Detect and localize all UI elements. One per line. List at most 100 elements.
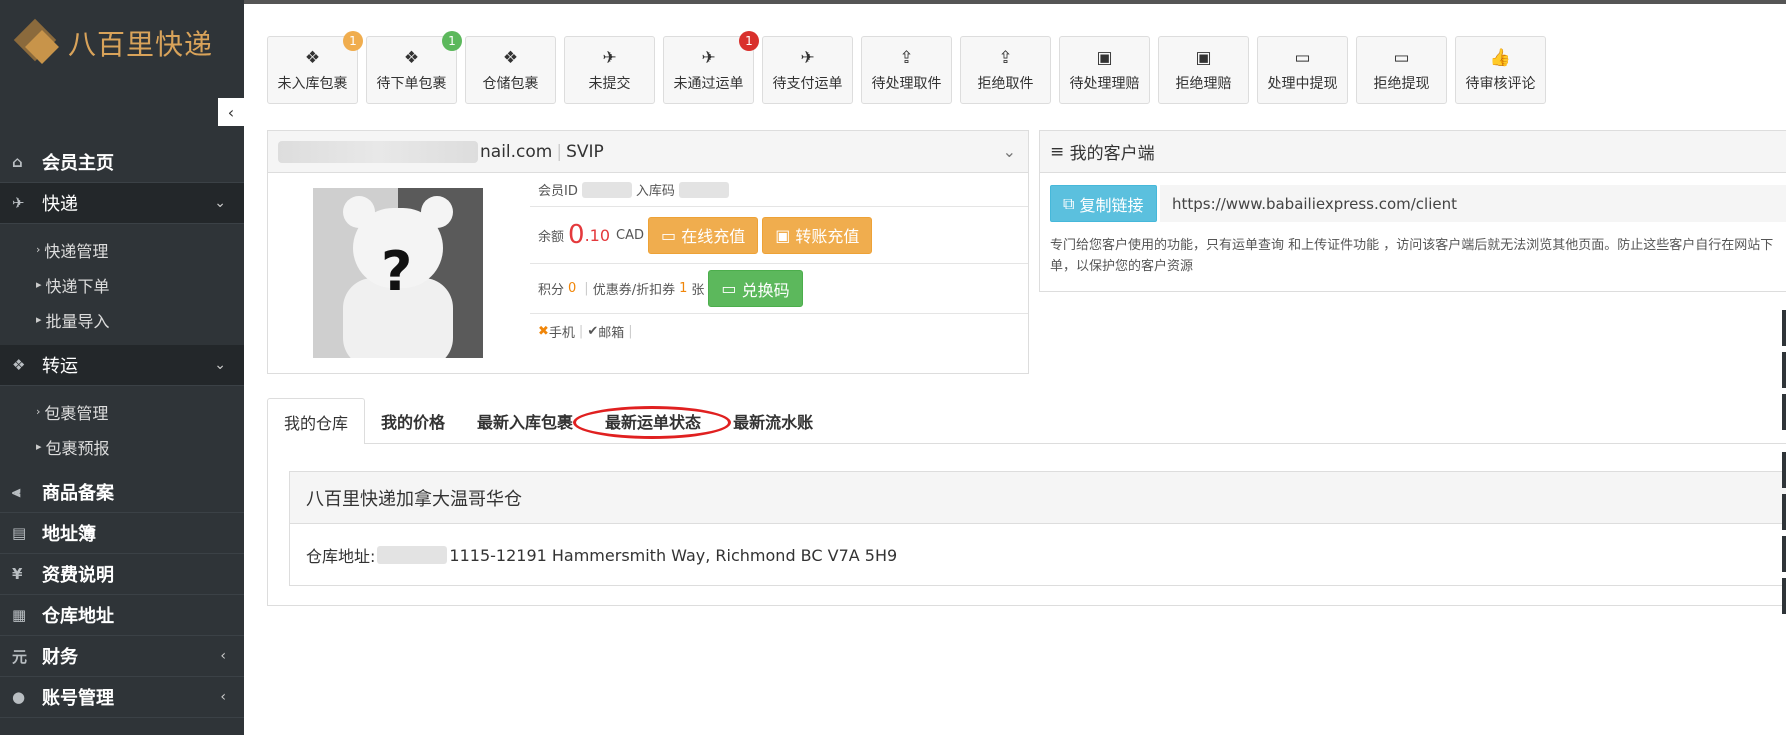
quick-label: 处理中提现: [1267, 76, 1338, 92]
user-panel-header: nail.com | SVIP ⌄: [268, 131, 1028, 173]
separator: |: [628, 323, 633, 339]
check-icon: ✔: [587, 323, 599, 339]
collapse-sidebar-button[interactable]: ‹: [218, 98, 244, 126]
quick-label: 待处理取件: [871, 76, 942, 92]
dropbox-icon: ❖: [304, 48, 321, 68]
plane-icon: ✈: [701, 48, 716, 68]
copy-link-button[interactable]: ⧉ 复制链接: [1050, 185, 1157, 222]
sidebar-item-label: 财务: [42, 647, 78, 668]
yuan-icon: 元: [12, 647, 28, 666]
sidebar-subitem-batch-import[interactable]: ▸ 批量导入: [0, 302, 244, 337]
warehouse-address: 1115-12191 Hammersmith Way, Richmond BC …: [449, 545, 898, 565]
submenu-express: › 快递管理 ▸ 快递下单 ▸ 批量导入: [0, 224, 244, 345]
quick-pending-pickups[interactable]: ⇪ 待处理取件: [861, 36, 952, 104]
client-panel-title: 我的客户端: [1069, 144, 1155, 164]
chevron-down-icon[interactable]: ⌄: [1003, 142, 1016, 161]
count-badge: 1: [739, 31, 759, 51]
coupon-unit: 张: [691, 283, 705, 298]
member-id-redacted: [581, 181, 632, 198]
caret-right-icon: ▸: [36, 313, 42, 326]
quick-rejected-waybills[interactable]: ✈ 未通过运单 1: [663, 31, 759, 104]
client-url[interactable]: https://www.babailiexpress.com/client: [1160, 185, 1786, 222]
quick-label: 拒绝取件: [977, 76, 1034, 92]
sidebar-item-warehouse-address[interactable]: ▦ 仓库地址: [0, 595, 244, 636]
button-label: 转账充值: [795, 227, 860, 246]
redeem-code-button[interactable]: ▭ 兑换码: [708, 270, 803, 307]
chevron-down-icon: ⌄: [214, 357, 226, 373]
subitem-label: 包裹管理: [44, 403, 109, 423]
sidebar-subitem-package-forecast[interactable]: ▸ 包裹预报: [0, 429, 244, 464]
tab-latest-ledger[interactable]: 最新流水账: [717, 398, 829, 444]
phone-status[interactable]: 手机: [549, 322, 575, 341]
client-description: 专门给您客户使用的功能，只有运单查询 和上传证件功能 ，访问该客户端后就无法浏览…: [1050, 238, 1774, 274]
right-edge-tab[interactable]: [1782, 310, 1786, 346]
plane-icon: ✈: [602, 48, 617, 68]
points-label: 积分: [538, 283, 565, 298]
caret-right-icon: ›: [36, 243, 41, 256]
close-icon: ✖: [538, 323, 549, 339]
subitem-label: 批量导入: [45, 311, 110, 331]
dropbox-icon: ❖: [12, 356, 26, 374]
points-row: 积分 0 | 优惠券/折扣券 1 张 ▭ 兑换码: [530, 264, 1028, 314]
sidebar-item-address-book[interactable]: ▤ 地址簿: [0, 513, 244, 554]
sidebar-subitem-express-order[interactable]: ▸ 快递下单: [0, 267, 244, 302]
tab-latest-inbound[interactable]: 最新入库包裹: [461, 398, 589, 444]
sidebar-item-label: 商品备案: [42, 483, 114, 504]
client-panel: ≡ 我的客户端 ⌄ ⧉ 复制链接 https://www.babailiexpr…: [1039, 130, 1786, 292]
quick-label: 待下单包裹: [376, 76, 447, 92]
sidebar-item-express[interactable]: ✈ 快递 ⌄: [0, 183, 244, 224]
quick-pending-reviews[interactable]: 👍 待审核评论: [1455, 36, 1546, 104]
sidebar-item-product-filing[interactable]: ⫷ 商品备案: [0, 472, 244, 513]
plane-icon: ✈: [800, 48, 815, 68]
sidebar-subitem-express-manage[interactable]: › 快递管理: [0, 232, 244, 267]
chevron-left-icon: ‹: [227, 102, 235, 122]
sidebar-item-pricing[interactable]: ¥ 资费说明: [0, 554, 244, 595]
quick-processing-withdrawals[interactable]: ▭ 处理中提现: [1257, 36, 1348, 104]
sidebar-item-account[interactable]: ● 账号管理 ‹: [0, 677, 244, 718]
caret-right-icon: ▸: [36, 440, 42, 453]
button-label: 复制链接: [1079, 195, 1144, 215]
right-edge-tab[interactable]: [1782, 352, 1786, 388]
quick-rejected-claims[interactable]: ▣ 拒绝理赔: [1158, 36, 1249, 104]
transfer-recharge-button[interactable]: ▣ 转账充值: [762, 216, 873, 254]
right-edge-tab[interactable]: [1782, 536, 1786, 572]
warehouse-address-label: 仓库地址:: [306, 547, 376, 566]
quick-unpaid-waybills[interactable]: ✈ 待支付运单: [762, 36, 853, 104]
submenu-forwarding: › 包裹管理 ▸ 包裹预报: [0, 386, 244, 472]
quick-pending-order-packages[interactable]: ❖ 待下单包裹 1: [366, 31, 462, 104]
right-edge-tab[interactable]: [1782, 578, 1786, 614]
right-edge-tab[interactable]: [1782, 394, 1786, 430]
email-status[interactable]: 邮箱: [598, 322, 624, 341]
quick-rejected-withdrawals[interactable]: ▭ 拒绝提现: [1356, 36, 1447, 104]
balance-row: 余额 0.10 CAD ▭ 在线充值 ▣ 转账充值: [530, 207, 1028, 264]
quick-pending-claims[interactable]: ▣ 待处理理赔: [1059, 36, 1150, 104]
caret-right-icon: ›: [36, 405, 41, 418]
archive-icon: ▦: [12, 606, 27, 624]
logo[interactable]: 八百里快递: [12, 18, 213, 68]
separator: |: [578, 323, 584, 339]
menu-icon: ≡: [1050, 141, 1070, 162]
right-edge-tab[interactable]: [1782, 494, 1786, 530]
quick-unstored-packages[interactable]: ❖ 未入库包裹 1: [267, 31, 363, 104]
right-edge-tab[interactable]: [1782, 452, 1786, 488]
sidebar-subitem-package-manage[interactable]: › 包裹管理: [0, 394, 244, 429]
tab-bar: 我的仓库 我的价格 最新入库包裹 最新运单状态 最新流水账: [267, 398, 1786, 445]
quick-rejected-pickups[interactable]: ⇪ 拒绝取件: [960, 36, 1051, 104]
sidebar-item-finance[interactable]: 元 财务 ‹: [0, 636, 244, 677]
tab-my-price[interactable]: 我的价格: [365, 398, 461, 444]
quick-label: 拒绝提现: [1373, 76, 1430, 92]
quick-storage-packages[interactable]: ❖ 仓储包裹: [465, 36, 556, 104]
main-content: ❖ 未入库包裹 1 ❖ 待下单包裹 1 ❖ 仓储包裹 ✈ 未提交 ✈ 未通过运单 1 ✈ 待支付运…: [244, 4, 1786, 735]
subitem-label: 包裹预报: [45, 438, 110, 458]
chevron-left-icon: ‹: [220, 689, 226, 705]
logo-mark-icon: [12, 18, 60, 67]
quick-unsubmitted[interactable]: ✈ 未提交: [564, 36, 655, 104]
tab-my-warehouse[interactable]: 我的仓库: [267, 398, 366, 445]
user-icon: ●: [12, 688, 26, 706]
coupon-label: 优惠券/折扣券: [592, 283, 676, 298]
sidebar-item-home[interactable]: ⌂ 会员主页: [0, 142, 244, 183]
sidebar-nav: ⌂ 会员主页 ✈ 快递 ⌄ › 快递管理 ▸ 快递下单 ▸ 批量导入 ❖ 转运 ⌄ ›…: [0, 142, 244, 718]
online-recharge-button[interactable]: ▭ 在线充值: [648, 216, 759, 254]
sidebar-item-forwarding[interactable]: ❖ 转运 ⌄: [0, 345, 244, 386]
plane-icon: ✈: [12, 194, 25, 212]
